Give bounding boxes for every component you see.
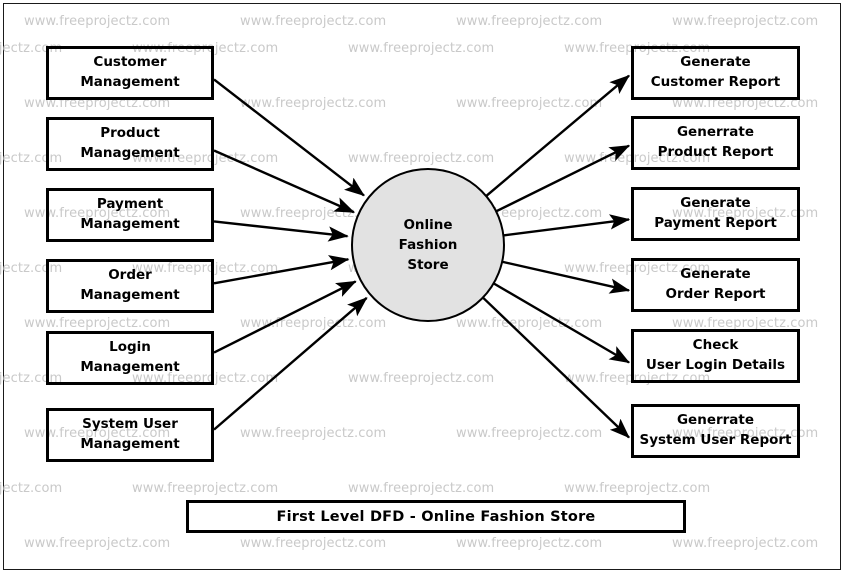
flow-arrow-out-generate-customer-report <box>485 74 630 197</box>
process-box-generate-payment-report[interactable]: Generate Payment Report <box>631 187 800 241</box>
process-box-order-management[interactable]: Order Management <box>46 259 214 313</box>
process-label: Customer Management <box>80 54 180 90</box>
watermark-text: www.freeprojectz.com <box>456 96 603 111</box>
watermark-text: www.freeprojectz.com <box>456 14 603 29</box>
process-label: Product Management <box>80 125 180 161</box>
watermark-text: www.freeprojectz.com <box>240 316 387 331</box>
diagram-title-box: First Level DFD - Online Fashion Store <box>186 500 686 533</box>
process-label: Generrate System User Report <box>639 412 792 448</box>
flow-arrow-out-check-user-login-details <box>493 282 631 364</box>
watermark-text: www.freeprojectz.com <box>456 316 603 331</box>
diagram-title: First Level DFD - Online Fashion Store <box>276 508 596 525</box>
watermark-text: www.freeprojectz.com <box>240 536 387 551</box>
process-label: Generate Order Report <box>665 266 766 302</box>
flow-arrow-in-system-user-management <box>213 296 368 431</box>
flow-arrow-in-order-management <box>213 255 350 285</box>
watermark-text: www.freeprojectz.com <box>672 14 819 29</box>
process-box-login-management[interactable]: Login Management <box>46 331 214 385</box>
process-box-customer-management[interactable]: Customer Management <box>46 46 214 100</box>
central-process-label: Online Fashion Store <box>398 216 458 274</box>
watermark-text: www.freeprojectz.com <box>24 14 171 29</box>
process-box-product-management[interactable]: Product Management <box>46 117 214 171</box>
watermark-text: www.freeprojectz.com <box>0 481 63 496</box>
watermark-text: www.freeprojectz.com <box>348 151 495 166</box>
flow-arrow-in-customer-management <box>213 78 365 197</box>
watermark-text: www.freeprojectz.com <box>24 316 171 331</box>
process-label: Login Management <box>80 339 180 375</box>
central-process-online-fashion-store[interactable]: Online Fashion Store <box>351 168 505 322</box>
process-box-generate-order-report[interactable]: Generate Order Report <box>631 258 800 312</box>
process-label: Payment Management <box>80 196 180 232</box>
watermark-text: www.freeprojectz.com <box>240 426 387 441</box>
process-label: Generate Payment Report <box>654 195 777 231</box>
watermark-text: www.freeprojectz.com <box>348 481 495 496</box>
watermark-text: www.freeprojectz.com <box>240 14 387 29</box>
watermark-text: www.freeprojectz.com <box>456 426 603 441</box>
process-box-generate-system-user-report[interactable]: Generrate System User Report <box>631 404 800 458</box>
process-label: Check User Login Details <box>645 337 786 373</box>
watermark-text: www.freeprojectz.com <box>456 536 603 551</box>
process-box-payment-management[interactable]: Payment Management <box>46 188 214 242</box>
process-label: Generrate Product Report <box>657 124 774 160</box>
flow-arrow-out-generate-system-user-report <box>482 296 630 439</box>
watermark-text: www.freeprojectz.com <box>348 41 495 56</box>
flow-arrow-out-generate-product-report <box>495 144 631 213</box>
flow-arrow-in-login-management <box>213 280 357 354</box>
watermark-text: www.freeprojectz.com <box>672 536 819 551</box>
flow-arrow-out-generate-payment-report <box>503 214 631 237</box>
process-label: Order Management <box>80 267 180 303</box>
flow-arrow-in-payment-management <box>213 220 349 242</box>
process-box-generate-customer-report[interactable]: Generate Customer Report <box>631 46 800 100</box>
flow-arrow-out-generate-order-report <box>501 260 631 294</box>
process-label: Generate Customer Report <box>650 54 781 90</box>
dfd-diagram-canvas: www.freeprojectz.com www.freeprojectz.com… <box>0 0 846 575</box>
watermark-text: www.freeprojectz.com <box>132 481 279 496</box>
process-box-generate-product-report[interactable]: Generrate Product Report <box>631 116 800 170</box>
watermark-text: www.freeprojectz.com <box>240 96 387 111</box>
flow-arrow-in-product-management <box>213 149 356 214</box>
process-box-check-user-login-details[interactable]: Check User Login Details <box>631 329 800 383</box>
watermark-text: www.freeprojectz.com <box>24 536 171 551</box>
watermark-text: www.freeprojectz.com <box>564 481 711 496</box>
process-label: System User Management <box>80 416 180 452</box>
process-box-system-user-management[interactable]: System User Management <box>46 408 214 462</box>
watermark-text: www.freeprojectz.com <box>348 371 495 386</box>
